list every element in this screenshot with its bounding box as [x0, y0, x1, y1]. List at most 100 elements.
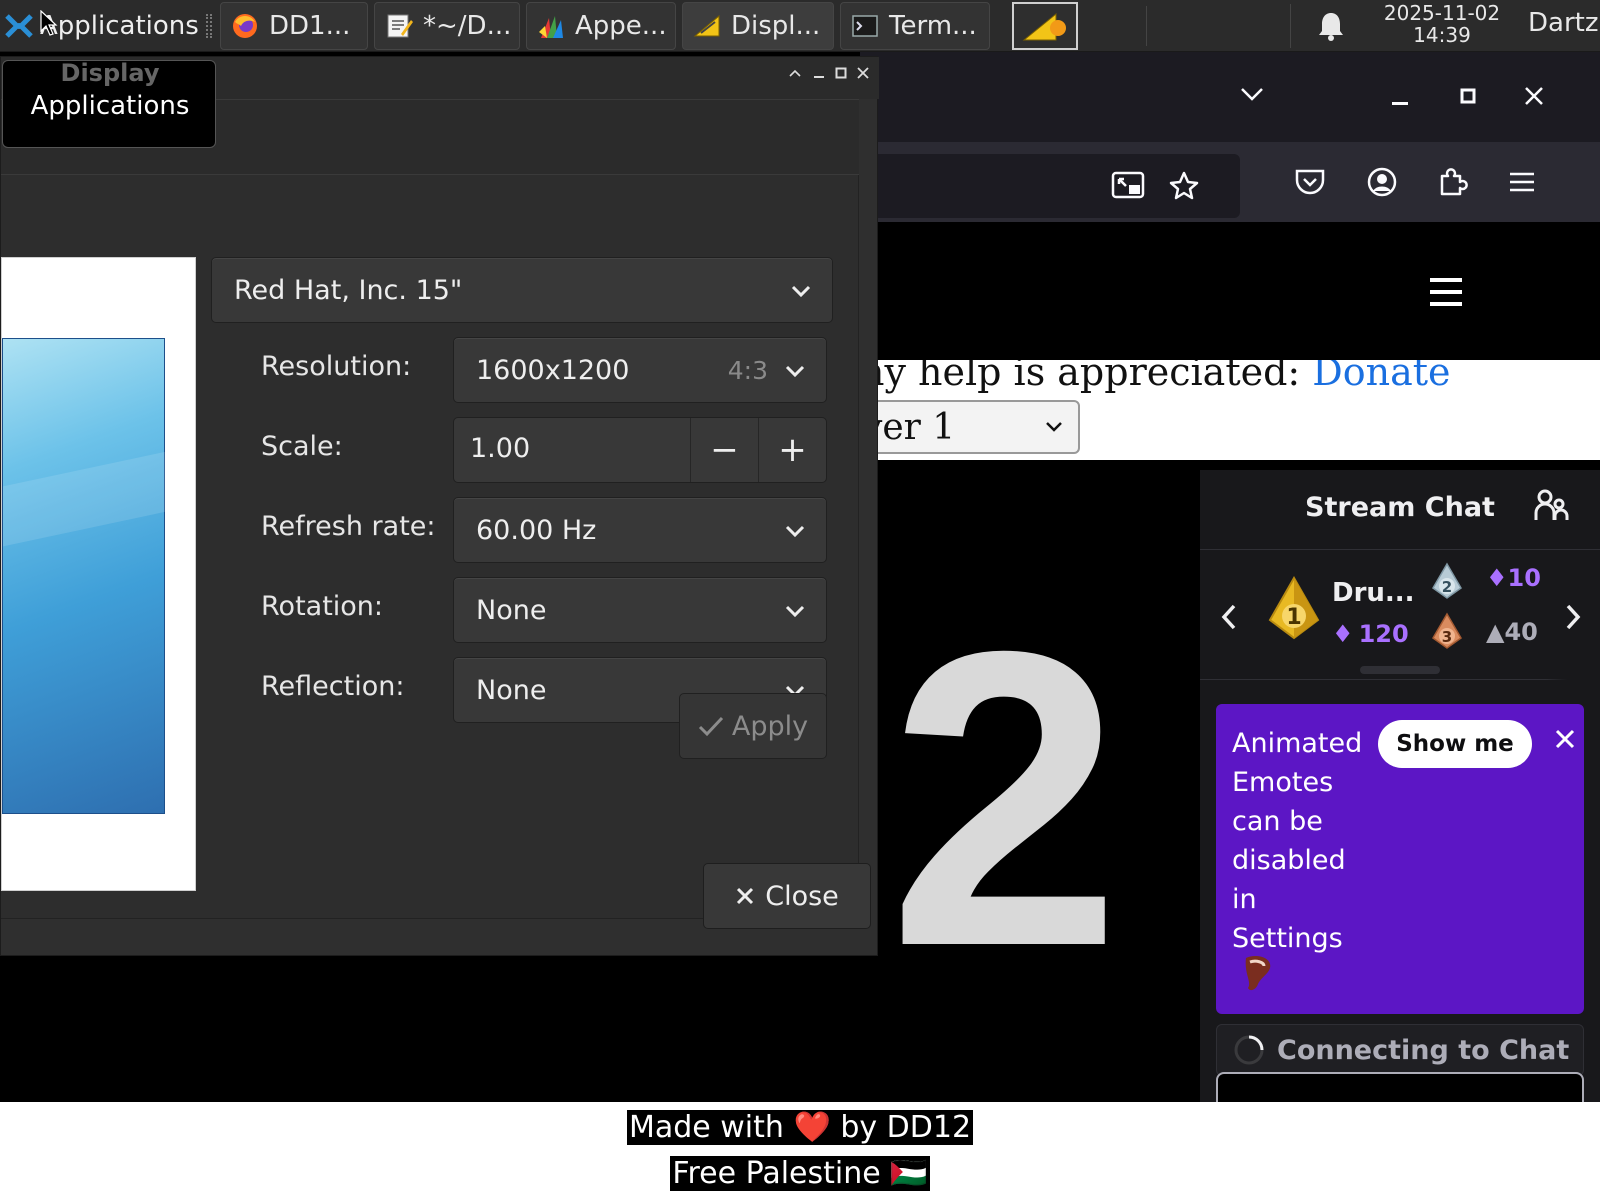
shade-icon[interactable]: [785, 63, 805, 83]
systray-display-app[interactable]: [1012, 2, 1078, 50]
dialog-close-icon[interactable]: [853, 63, 873, 83]
tooltip-body: Applications: [30, 91, 190, 121]
dialog-body: Red Hat, Inc. 15" Resolution: 1600x1200 …: [1, 175, 859, 919]
notice-close-icon[interactable]: [1550, 726, 1580, 756]
task-appearance[interactable]: Appe...: [526, 2, 676, 50]
monitor-preview[interactable]: [2, 338, 166, 814]
terminal-icon: [851, 12, 879, 40]
hamburger-menu-icon[interactable]: [1500, 160, 1544, 204]
leader-points: ♦ 120: [1332, 620, 1409, 648]
loading-spinner-icon: [1234, 1035, 1264, 1065]
checkmark-icon: [698, 716, 723, 737]
rank-3-badge-icon: 3: [1430, 612, 1464, 654]
chevron-down-icon: [1046, 422, 1062, 432]
monitor-select-value: Red Hat, Inc. 15": [234, 274, 463, 306]
user-menu[interactable]: Dartz: [1528, 8, 1598, 38]
footer-message: Free Palestine 🇵🇸: [0, 1156, 1600, 1191]
connecting-label: Connecting to Chat: [1277, 1034, 1570, 1066]
rank-1-badge-icon: 1: [1266, 575, 1322, 644]
points-diamond-icon: ♦: [1332, 620, 1354, 648]
appearance-icon: [537, 12, 565, 40]
bookmark-star-icon[interactable]: [1162, 164, 1206, 208]
rotation-value: None: [476, 594, 547, 626]
chevron-left-icon[interactable]: [1218, 602, 1240, 636]
minimize-icon[interactable]: [1378, 74, 1422, 118]
task-firefox[interactable]: DD1...: [220, 2, 368, 50]
tab-list-chevron-icon[interactable]: [1230, 72, 1274, 116]
leader-points-value: 120: [1358, 620, 1409, 648]
task-label: Term...: [889, 11, 977, 41]
task-label: Appe...: [575, 11, 667, 41]
monitor-select[interactable]: Red Hat, Inc. 15": [211, 257, 833, 323]
task-label: Displ...: [731, 11, 821, 41]
close-button[interactable]: Close: [703, 863, 871, 929]
chevron-down-icon: [785, 365, 805, 378]
page-footer: Made with ❤️ by DD12 Free Palestine 🇵🇸: [0, 1102, 1600, 1200]
donate-link[interactable]: Donate: [1312, 360, 1450, 394]
url-bar[interactable]: [860, 154, 1240, 218]
task-terminal[interactable]: Term...: [840, 2, 990, 50]
rotation-select[interactable]: None: [453, 577, 827, 643]
extensions-icon[interactable]: [1430, 160, 1474, 204]
leader-name[interactable]: Dru...: [1332, 578, 1415, 608]
applications-menu-button[interactable]: Applications: [0, 2, 199, 50]
show-me-button[interactable]: Show me: [1378, 720, 1532, 768]
top-panel: Applications DD1... *~/D... Appe... Disp…: [0, 0, 1600, 52]
window-close-icon[interactable]: [1512, 74, 1556, 118]
tooltip: Display Applications: [2, 59, 216, 148]
footer-credit-text: Made with ❤️ by DD12: [626, 1110, 974, 1145]
resolution-select[interactable]: 1600x1200 4:3: [453, 337, 827, 403]
task-label: *~/D...: [423, 11, 512, 41]
second-points-value: 10: [1507, 564, 1541, 592]
reflection-value: None: [476, 674, 547, 706]
site-menu-icon[interactable]: [1424, 270, 1468, 314]
task-text-editor[interactable]: *~/D...: [374, 2, 520, 50]
picture-in-picture-icon[interactable]: [1106, 164, 1150, 208]
second-points: ♦10: [1486, 564, 1541, 592]
pocket-icon[interactable]: [1288, 160, 1332, 204]
resolution-label: Resolution:: [261, 351, 412, 382]
leaderboard-scroll-indicator: [1360, 666, 1440, 674]
task-display[interactable]: Displ...: [682, 2, 834, 50]
refresh-rate-value: 60.00 Hz: [476, 514, 597, 546]
account-icon[interactable]: [1360, 160, 1404, 204]
close-label: Close: [765, 880, 839, 912]
xfce-logo-icon: [5, 14, 33, 38]
chevron-right-icon[interactable]: [1562, 602, 1584, 636]
rank-2-badge-icon: 2: [1430, 562, 1464, 604]
scale-spinbutton[interactable]: 1.00 − +: [453, 417, 827, 483]
clock-date: 2025-11-02: [1383, 1, 1501, 25]
refresh-rate-select[interactable]: 60.00 Hz: [453, 497, 827, 563]
help-text-label: ny help is appreciated:: [860, 360, 1313, 394]
close-x-icon: [737, 887, 754, 905]
server-select[interactable]: ver 1: [860, 400, 1080, 454]
applications-label: Applications: [40, 11, 199, 41]
apply-button[interactable]: Apply: [679, 693, 827, 759]
notification-bell-icon[interactable]: [1316, 10, 1346, 46]
maximize-icon[interactable]: [831, 63, 851, 83]
footer-credit: Made with ❤️ by DD12: [0, 1110, 1600, 1145]
display-tray-icon: [1022, 12, 1066, 41]
connecting-status: Connecting to Chat: [1216, 1024, 1584, 1076]
tooltip-title: Display: [60, 59, 160, 87]
emote-icon: [1240, 954, 1274, 998]
clock[interactable]: 2025-11-02 14:39: [1376, 2, 1508, 46]
chat-header: Stream Chat: [1200, 470, 1600, 550]
refresh-rate-label: Refresh rate:: [261, 511, 436, 542]
firefox-icon: [231, 12, 259, 40]
scale-decrease-button[interactable]: −: [690, 418, 758, 482]
community-icon[interactable]: [1534, 488, 1570, 528]
svg-text:3: 3: [1442, 628, 1452, 646]
svg-text:1: 1: [1286, 605, 1301, 630]
site-header: [860, 222, 1600, 360]
scale-increase-button[interactable]: +: [758, 418, 826, 482]
panel-separator: [206, 14, 212, 38]
third-points: ▲40: [1486, 618, 1538, 646]
points-triangle-icon: ▲: [1486, 618, 1505, 646]
video-player[interactable]: 2: [860, 460, 1176, 1020]
maximize-icon[interactable]: [1446, 74, 1490, 118]
minimize-icon[interactable]: [809, 63, 829, 83]
chevron-down-icon: [791, 285, 811, 298]
countdown-digit: 2: [888, 565, 1122, 1020]
resolution-value: 1600x1200: [476, 354, 630, 386]
